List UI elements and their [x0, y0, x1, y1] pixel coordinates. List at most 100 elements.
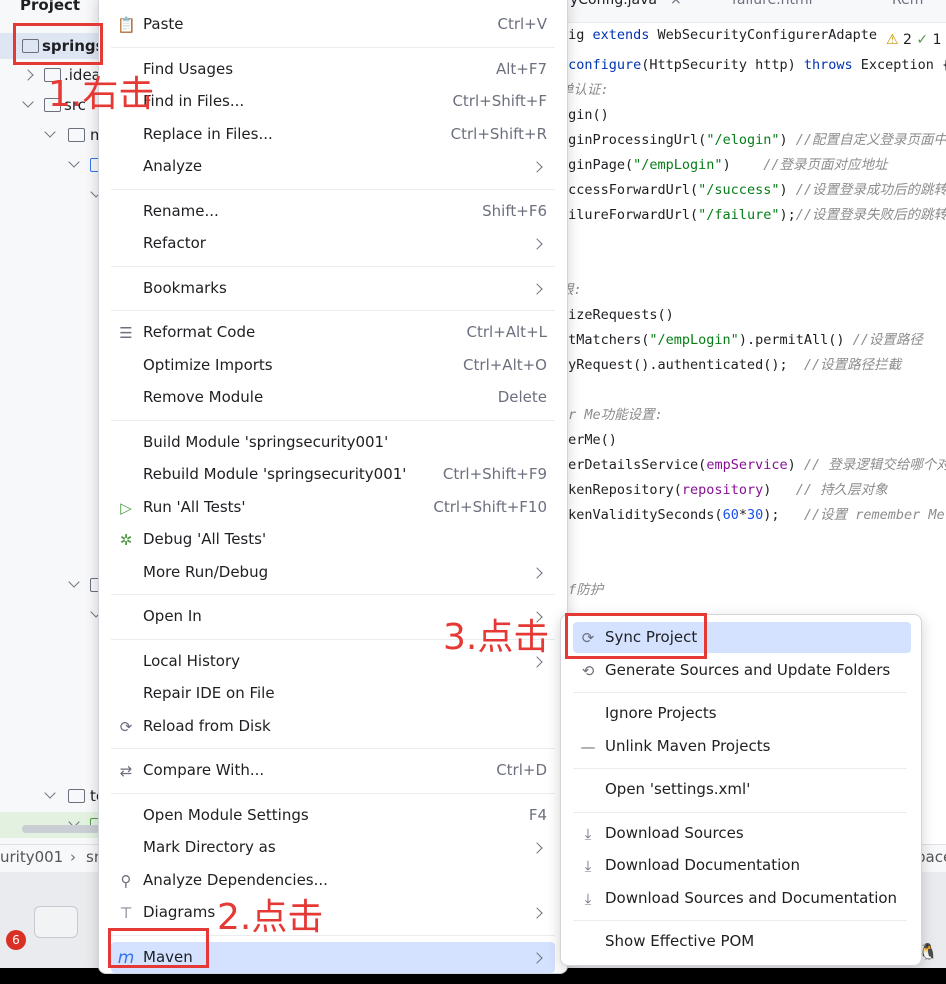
- menu-item-shortcut: F4: [528, 805, 547, 824]
- menu-item-label: Optimize Imports: [143, 355, 273, 374]
- menu-item-compare-with[interactable]: ⇄ Compare With... Ctrl+D: [111, 755, 555, 786]
- code-line: okenRepository(repository) // 持久层对象: [560, 478, 888, 503]
- annotation-step2: 2.点击: [217, 897, 324, 938]
- menu-item-label: Reload from Disk: [143, 716, 271, 735]
- menu-item-label: Open 'settings.xml': [605, 780, 751, 798]
- menu-separator: [111, 310, 555, 311]
- code-token: okenRepository(: [560, 482, 682, 498]
- menu-item-run-all-tests[interactable]: ▷ Run 'All Tests' Ctrl+Shift+F10: [111, 492, 555, 523]
- menu-item-shortcut: Ctrl+V: [497, 15, 547, 33]
- menu-item-reformat-code[interactable]: ☰ Reformat Code Ctrl+Alt+L: [111, 317, 555, 348]
- editor-tab[interactable]: failure.html: [732, 0, 813, 8]
- menu-item-debug-all-tests[interactable]: ✲ Debug 'All Tests': [111, 524, 555, 555]
- menu-item-label: Compare With...: [143, 761, 265, 779]
- check-icon: ✓: [916, 32, 929, 48]
- code-token: configure: [560, 57, 642, 73]
- menu-item-paste[interactable]: 📋 Paste Ctrl+V: [111, 9, 555, 40]
- chevron-down-icon[interactable]: [44, 787, 56, 799]
- unlink-icon: —: [580, 737, 596, 756]
- menu-item-mark-directory-as[interactable]: Mark Directory as: [111, 832, 555, 863]
- clipboard-icon: 📋: [117, 16, 136, 34]
- code-line: okenValiditySeconds(60*30); //设置 remembe…: [560, 503, 945, 528]
- menu-item-rename[interactable]: Rename... Shift+F6: [111, 196, 555, 227]
- chevron-down-icon[interactable]: [68, 156, 80, 168]
- menu-item-label: Rebuild Module 'springsecurity001': [143, 465, 407, 483]
- editor-tab[interactable]: Rem: [892, 0, 923, 8]
- folder-icon: [68, 128, 85, 142]
- code-token: 30: [746, 507, 764, 523]
- maven-item-unlink-maven-projects[interactable]: — Unlink Maven Projects: [573, 731, 911, 762]
- taskbar-button[interactable]: [34, 906, 78, 938]
- menu-item-analyze-dependencies[interactable]: ⚲ Analyze Dependencies...: [111, 865, 555, 896]
- menu-item-refactor[interactable]: Refactor: [111, 228, 555, 259]
- menu-item-more-run-debug[interactable]: More Run/Debug: [111, 557, 555, 588]
- tree-row-main[interactable]: m: [0, 122, 105, 148]
- menu-item-label: Build Module 'springsecurity001': [143, 432, 389, 451]
- maven-item-show-effective-pom[interactable]: Show Effective POM: [573, 926, 911, 957]
- code-token: //设置 remember Me: [803, 507, 945, 523]
- menu-item-shortcut: Ctrl+Shift+F10: [433, 497, 547, 516]
- tree-row-resources[interactable]: [0, 572, 107, 598]
- menu-item-label: Generate Sources and Update Folders: [605, 660, 891, 679]
- menu-item-optimize-imports[interactable]: Optimize Imports Ctrl+Alt+O: [111, 350, 555, 381]
- menu-item-label: Remove Module: [143, 388, 264, 406]
- warning-icon: ⚠: [886, 32, 899, 48]
- maven-item-download-documentation[interactable]: ⤓ Download Documentation: [573, 850, 911, 881]
- menu-item-diagrams[interactable]: ⊤ Diagrams: [111, 897, 555, 928]
- menu-item-reload-from-disk[interactable]: ⟳ Reload from Disk: [111, 711, 555, 742]
- menu-item-replace-in-files[interactable]: Replace in Files... Ctrl+Shift+R: [111, 119, 555, 150]
- horizontal-scrollbar[interactable]: [22, 825, 100, 833]
- reformat-icon: ☰: [119, 324, 133, 342]
- maven-item-download-sources-and-documentation[interactable]: ⤓ Download Sources and Documentation: [573, 883, 911, 914]
- tree-row-java[interactable]: [0, 152, 107, 178]
- chevron-down-icon[interactable]: [68, 576, 80, 588]
- menu-item-label: Find in Files...: [143, 92, 245, 110]
- tree-row-package[interactable]: [0, 182, 102, 208]
- menu-item-open-module-settings[interactable]: Open Module Settings F4: [111, 800, 555, 831]
- code-token: oginPage(: [560, 157, 634, 173]
- diagrams-icon: ⊤: [119, 904, 133, 922]
- close-icon[interactable]: ×: [670, 0, 682, 8]
- chevron-right-icon[interactable]: [22, 69, 34, 81]
- chevron-right-icon: [531, 282, 543, 295]
- project-panel-title[interactable]: Project: [20, 0, 80, 18]
- menu-item-build-module-springsecurity001[interactable]: Build Module 'springsecurity001': [111, 427, 555, 458]
- code-token: ): [779, 132, 796, 148]
- menu-item-label: Unlink Maven Projects: [605, 736, 771, 755]
- chevron-down-icon[interactable]: [22, 96, 34, 108]
- menu-separator: [111, 419, 555, 421]
- annotation-step3: 3.点击: [443, 617, 550, 658]
- menu-item-label: Open Module Settings: [143, 805, 309, 824]
- inspection-widget[interactable]: ⚠ 2 ✓ 1: [886, 32, 942, 48]
- menu-item-shortcut: Ctrl+Alt+O: [463, 355, 547, 374]
- chevron-down-icon[interactable]: [44, 126, 56, 138]
- menu-item-repair-ide-on-file[interactable]: Repair IDE on File: [111, 678, 555, 709]
- project-context-menu: 📋 Paste Ctrl+V Find Usages Alt+F7 Find in Fil…: [98, 0, 568, 974]
- tree-row-sub[interactable]: [0, 602, 102, 628]
- editor-tab[interactable]: yConfig.java: [570, 0, 657, 8]
- menu-item-remove-module[interactable]: Remove Module Delete: [111, 382, 555, 413]
- editor-tab-bar: yConfig.java × failure.html Rem: [560, 0, 946, 23]
- code-token: //设置登录成功后的跳转: [795, 182, 946, 198]
- code-line: oginProcessingUrl("/elogin") //配置自定义登录页面…: [560, 128, 946, 153]
- menu-item-label: Ignore Projects: [605, 704, 717, 722]
- code-line: serDetailsService(empService) // 登录逻辑交给哪…: [560, 453, 946, 478]
- tree-row-test[interactable]: te: [0, 783, 105, 809]
- breadcrumb-segment[interactable]: urity001: [0, 848, 63, 866]
- menu-item-label: Analyze: [143, 157, 203, 175]
- maven-item-open-settings-xml[interactable]: Open 'settings.xml': [573, 774, 911, 805]
- menu-item-find-in-files[interactable]: Find in Files... Ctrl+Shift+F: [111, 86, 555, 117]
- menu-item-bookmarks[interactable]: Bookmarks: [111, 273, 555, 304]
- menu-item-shortcut: Delete: [497, 388, 547, 406]
- maven-item-download-sources[interactable]: ⤓ Download Sources: [573, 818, 911, 849]
- menu-item-label: Repair IDE on File: [143, 684, 275, 702]
- menu-item-find-usages[interactable]: Find Usages Alt+F7: [111, 54, 555, 85]
- menu-separator: [573, 768, 907, 769]
- code-token: //配置自定义登录页面中: [795, 132, 946, 148]
- maven-item-ignore-projects[interactable]: Ignore Projects: [573, 698, 911, 729]
- maven-item-generate-sources-and-update-folders[interactable]: ⟲ Generate Sources and Update Folders: [573, 655, 911, 686]
- code-line: oginPage("/empLogin") //登录页面对应地址: [560, 153, 887, 178]
- project-tree-panel: Project springse .idea src m te: [0, 0, 115, 866]
- menu-item-analyze[interactable]: Analyze: [111, 151, 555, 182]
- menu-item-rebuild-module-springsecurity001[interactable]: Rebuild Module 'springsecurity001' Ctrl+S…: [111, 459, 555, 490]
